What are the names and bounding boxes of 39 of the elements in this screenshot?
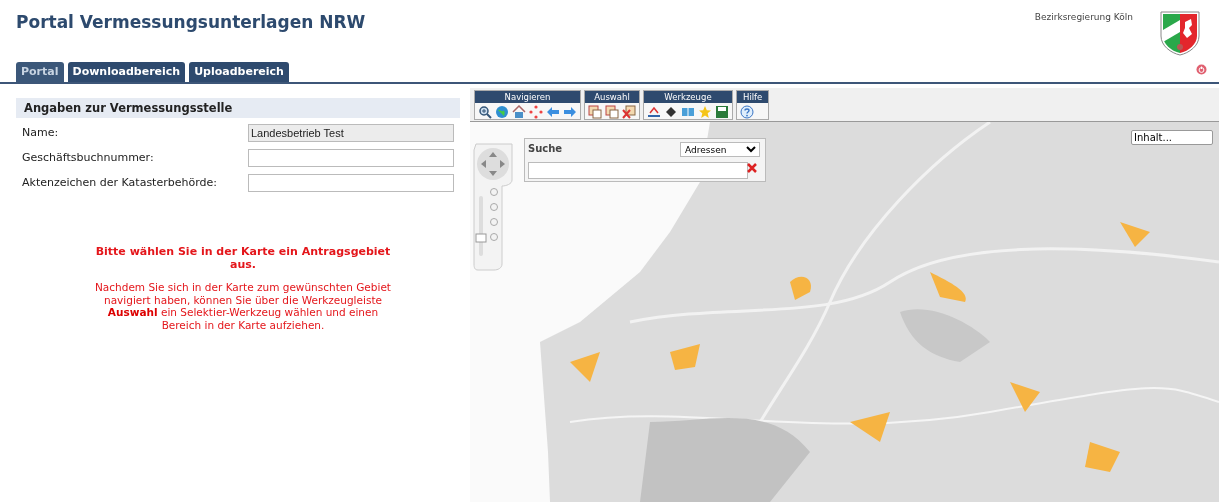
section-heading: Angaben zur Vermessungsstelle — [16, 98, 460, 118]
toolbar-group-label: Hilfe — [737, 91, 769, 103]
field-label: Geschäftsbuchnummer: — [22, 151, 154, 164]
remove-selection-icon[interactable] — [622, 105, 636, 119]
layer-field[interactable]: Inhalt... — [1131, 130, 1213, 145]
save-icon[interactable] — [715, 105, 729, 119]
pan-icon[interactable] — [529, 105, 543, 119]
page-title: Portal Vermessungsunterlagen NRW — [16, 12, 366, 34]
search-title: Suche — [528, 143, 563, 154]
diamond-icon[interactable] — [664, 105, 678, 119]
authority-name: Bezirksregierung Köln — [1034, 12, 1133, 24]
search-field[interactable] — [528, 162, 748, 179]
map-navigation-control[interactable] — [472, 140, 516, 272]
forward-arrow-icon[interactable] — [563, 105, 577, 119]
field-label: Aktenzeichen der Katasterbehörde: — [22, 176, 217, 189]
help-icon[interactable] — [740, 105, 754, 119]
globe-icon[interactable] — [495, 105, 509, 119]
measure-icon[interactable] — [647, 105, 661, 119]
field-label: Name: — [22, 126, 59, 139]
toolbar-group-label: Auswahl — [585, 91, 639, 103]
back-arrow-icon[interactable] — [546, 105, 560, 119]
tab[interactable]: Portal — [16, 62, 64, 82]
star-icon[interactable] — [698, 105, 712, 119]
home-icon[interactable] — [512, 105, 526, 119]
notice-text: Nachdem Sie sich in der Karte zum gewünschten Gebiet navigiert haben, können Sie über die Werkzeugleiste Auswahl ein Selektier-Werkzeug wählen und einen Bereich in der Karte aufziehen. — [94, 281, 392, 332]
selection-icon[interactable] — [588, 105, 602, 119]
tab[interactable]: Uploadbereich — [189, 62, 289, 82]
close-icon[interactable] — [747, 163, 757, 173]
tab[interactable]: Downloadbereich — [67, 62, 186, 82]
logout-icon[interactable] — [1196, 64, 1207, 75]
coat-of-arms-icon — [1159, 10, 1201, 56]
zoom-in-icon[interactable] — [478, 105, 492, 119]
category-dropdown[interactable]: Adressen — [680, 142, 760, 157]
toolbar-group-label: Werkzeuge — [644, 91, 732, 103]
notice-title: Bitte wählen Sie in der Karte ein Antragsgebiet aus. — [94, 245, 392, 271]
input-field[interactable] — [248, 148, 454, 167]
selection-icon[interactable] — [605, 105, 619, 119]
toolbar-group-label: Navigieren — [475, 91, 580, 103]
input-field[interactable] — [248, 173, 454, 192]
